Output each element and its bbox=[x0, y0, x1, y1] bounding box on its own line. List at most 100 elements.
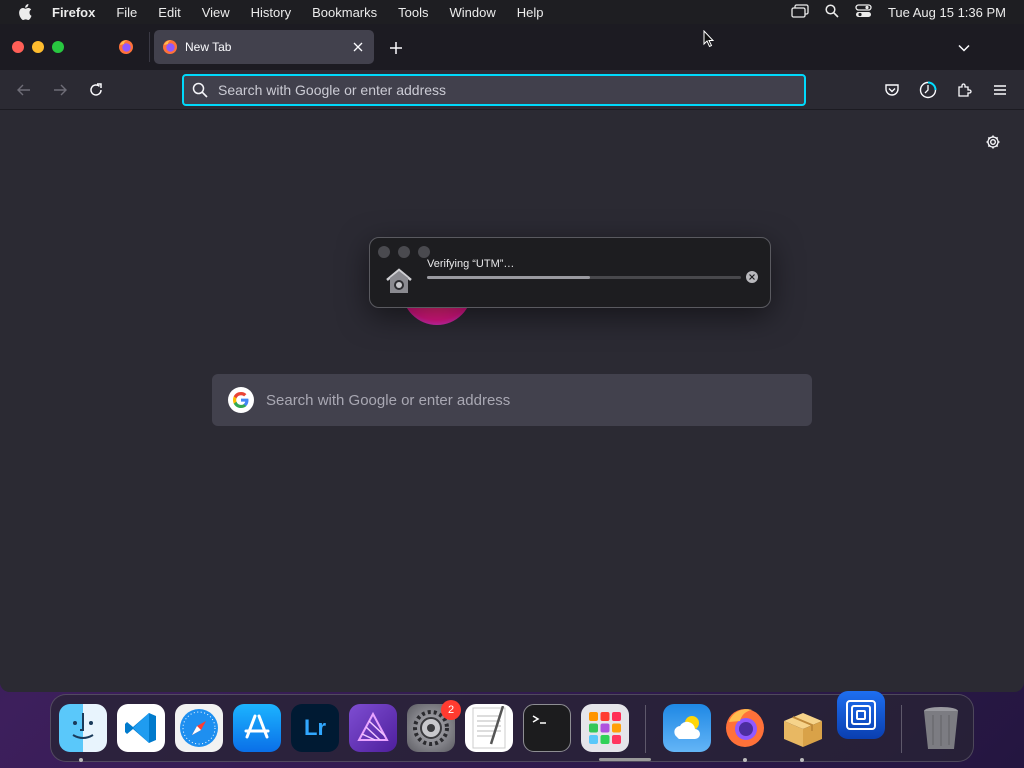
personalize-settings-button[interactable] bbox=[983, 132, 1003, 152]
utm-icon bbox=[846, 700, 876, 730]
trash-can-icon bbox=[924, 707, 958, 749]
puzzle-icon bbox=[958, 83, 972, 97]
package-box-icon bbox=[784, 713, 822, 747]
zoom-window-button[interactable] bbox=[52, 41, 64, 53]
menu-help[interactable]: Help bbox=[517, 5, 544, 20]
verifying-dialog: Verifying “UTM”… bbox=[369, 237, 771, 308]
dock-terminal[interactable] bbox=[523, 704, 571, 752]
google-g-icon bbox=[228, 387, 254, 413]
search-icon bbox=[192, 82, 208, 98]
address-bar-placeholder: Search with Google or enter address bbox=[218, 82, 447, 98]
menubar-clock[interactable]: Tue Aug 15 1:36 PM bbox=[888, 5, 1006, 20]
launchpad-grid-icon bbox=[589, 712, 621, 744]
arrow-right-icon bbox=[54, 84, 67, 96]
dock-system-settings[interactable]: 2 bbox=[407, 700, 461, 752]
mouse-cursor-icon bbox=[703, 30, 715, 48]
menubar-status-area: Tue Aug 15 1:36 PM bbox=[791, 0, 1006, 24]
firefox-icon bbox=[163, 40, 177, 54]
dock-archive-utility[interactable] bbox=[779, 704, 827, 752]
chevron-down-icon bbox=[958, 44, 970, 52]
firefox-running-indicator bbox=[743, 758, 747, 762]
menu-edit[interactable]: Edit bbox=[158, 5, 180, 20]
terminal-prompt-icon bbox=[532, 715, 546, 724]
dock-safari[interactable] bbox=[175, 704, 223, 752]
dock-vscode[interactable] bbox=[117, 704, 165, 752]
dock-app-store[interactable] bbox=[233, 704, 281, 752]
reload-icon bbox=[90, 83, 102, 96]
vscode-icon bbox=[125, 713, 156, 743]
account-sync-icon bbox=[919, 81, 937, 99]
apple-menu-icon[interactable] bbox=[18, 4, 36, 20]
tab-divider bbox=[149, 32, 150, 62]
tab-strip: New Tab bbox=[0, 24, 1024, 70]
safari-compass-icon bbox=[180, 709, 218, 747]
dialog-minimize-button[interactable] bbox=[398, 246, 410, 258]
dock-separator bbox=[645, 705, 646, 753]
menu-bar: Firefox File Edit View History Bookmarks… bbox=[0, 0, 1024, 24]
extensions-button[interactable] bbox=[954, 80, 974, 100]
menu-tools[interactable]: Tools bbox=[398, 5, 428, 20]
dialog-zoom-button[interactable] bbox=[418, 246, 430, 258]
minimize-window-button[interactable] bbox=[32, 41, 44, 53]
textedit-icon bbox=[472, 706, 506, 749]
app-store-icon bbox=[244, 714, 270, 739]
dock-affinity-photo[interactable] bbox=[349, 704, 397, 752]
finder-icon bbox=[72, 713, 94, 739]
new-tab-button[interactable] bbox=[386, 38, 406, 58]
app-menu-button[interactable] bbox=[990, 80, 1010, 100]
close-icon bbox=[749, 274, 755, 280]
firefox-window: New Tab Search with Google or enter addr… bbox=[0, 24, 1024, 692]
tab-new-tab[interactable]: New Tab bbox=[154, 30, 374, 64]
weather-cloud-sun-icon bbox=[674, 716, 700, 739]
archive-utility-running-indicator bbox=[800, 758, 804, 762]
menu-file[interactable]: File bbox=[116, 5, 137, 20]
dock-launchpad[interactable] bbox=[581, 704, 629, 752]
plus-icon bbox=[390, 42, 402, 54]
screen-mirroring-icon[interactable] bbox=[791, 3, 809, 21]
pocket-button[interactable] bbox=[882, 80, 902, 100]
lightroom-label: Lr bbox=[304, 715, 326, 740]
notification-badge: 2 bbox=[441, 700, 461, 720]
menu-bookmarks[interactable]: Bookmarks bbox=[312, 5, 377, 20]
dialog-close-button[interactable] bbox=[378, 246, 390, 258]
tab-title: New Tab bbox=[185, 40, 232, 54]
list-all-tabs-button[interactable] bbox=[954, 38, 974, 58]
dock-scroll-indicator bbox=[599, 758, 651, 761]
arrow-left-icon bbox=[17, 84, 30, 96]
dock-firefox[interactable] bbox=[721, 704, 769, 752]
forward-button[interactable] bbox=[50, 80, 70, 100]
menu-window[interactable]: Window bbox=[450, 5, 496, 20]
window-controls bbox=[12, 41, 64, 53]
cancel-verify-button[interactable] bbox=[746, 271, 758, 283]
dock: Lr 2 bbox=[50, 691, 974, 762]
menu-history[interactable]: History bbox=[251, 5, 291, 20]
firefox-icon bbox=[119, 40, 133, 54]
menu-view[interactable]: View bbox=[202, 5, 230, 20]
account-button[interactable] bbox=[918, 80, 938, 100]
hamburger-menu-icon bbox=[994, 85, 1006, 95]
dock-weather[interactable] bbox=[663, 704, 711, 752]
close-window-button[interactable] bbox=[12, 41, 24, 53]
control-center-icon[interactable] bbox=[855, 3, 872, 21]
reload-button[interactable] bbox=[86, 80, 106, 100]
verify-progress-fill bbox=[427, 276, 591, 279]
dock-textedit[interactable] bbox=[465, 704, 513, 752]
newtab-search-box[interactable]: Search with Google or enter address bbox=[212, 374, 812, 426]
dock-trash[interactable] bbox=[917, 704, 965, 752]
nav-bar: Search with Google or enter address bbox=[0, 70, 1024, 110]
dock-lightroom[interactable]: Lr bbox=[291, 704, 339, 752]
dialog-window-controls bbox=[378, 246, 430, 258]
address-bar[interactable]: Search with Google or enter address bbox=[182, 74, 806, 106]
spotlight-search-icon[interactable] bbox=[825, 3, 839, 21]
verify-progress-bar bbox=[427, 276, 741, 279]
close-tab-icon[interactable] bbox=[350, 39, 366, 55]
dock-separator bbox=[901, 705, 902, 753]
menu-app-name[interactable]: Firefox bbox=[52, 5, 95, 20]
back-button[interactable] bbox=[14, 80, 34, 100]
pocket-icon bbox=[885, 84, 899, 96]
pinned-tab-firefox[interactable] bbox=[112, 36, 140, 58]
affinity-photo-icon bbox=[357, 711, 389, 741]
dock-utm[interactable] bbox=[837, 691, 885, 739]
firefox-icon bbox=[726, 709, 764, 747]
dock-finder[interactable] bbox=[59, 704, 107, 752]
